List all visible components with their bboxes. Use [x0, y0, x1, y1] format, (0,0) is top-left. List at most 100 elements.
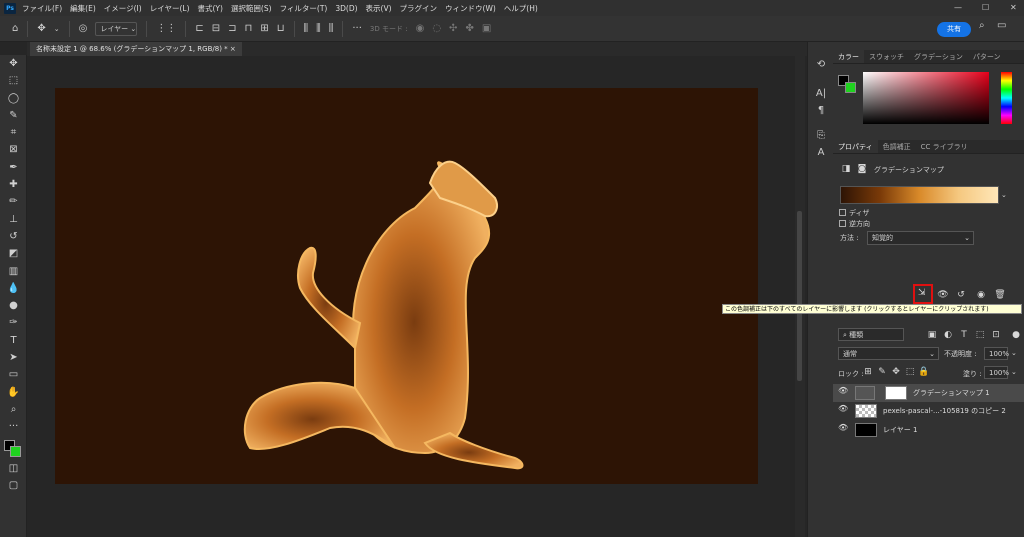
menu-type[interactable]: 書式(Y): [198, 3, 223, 14]
menu-select[interactable]: 選択範囲(S): [231, 3, 272, 14]
dither-checkbox[interactable]: [839, 209, 846, 216]
layer-row[interactable]: 👁 pexels-pascal-...-105819 のコピー 2: [833, 402, 1024, 420]
brush-tool-icon[interactable]: ✏: [0, 193, 27, 210]
filter-pixel-icon[interactable]: ▣: [924, 328, 940, 342]
frame-tool-icon[interactable]: ⊠: [0, 141, 27, 158]
share-button[interactable]: 共有: [937, 22, 971, 37]
move-tool-icon[interactable]: ✥: [0, 55, 27, 72]
menu-3d[interactable]: 3D(D): [335, 4, 357, 13]
filter-shape-icon[interactable]: ⬚: [972, 328, 988, 342]
type-tool-icon[interactable]: T: [0, 332, 27, 349]
gradient-map-preview[interactable]: [840, 186, 999, 204]
clip-to-layer-button[interactable]: ⇲: [913, 284, 933, 304]
healing-brush-tool-icon[interactable]: ✚: [0, 176, 27, 193]
quick-select-tool-icon[interactable]: ✎: [0, 107, 27, 124]
layer-row[interactable]: 👁 グラデーションマップ 1: [833, 384, 1024, 402]
blend-mode-select[interactable]: 通常 ⌄: [838, 347, 939, 360]
filter-smart-object-icon[interactable]: ⊡: [988, 328, 1004, 342]
menu-plugins[interactable]: プラグイン: [400, 3, 438, 14]
filter-adjustment-icon[interactable]: ◐: [940, 328, 956, 342]
close-window-button[interactable]: ✕: [1010, 0, 1017, 16]
zoom-tool-icon[interactable]: ⌕: [0, 401, 27, 418]
slide-3d-icon[interactable]: ✤: [465, 23, 473, 34]
document-canvas[interactable]: [55, 88, 758, 484]
history-brush-tool-icon[interactable]: ↺: [0, 228, 27, 245]
dodge-tool-icon[interactable]: ●: [0, 297, 27, 314]
tab-cc-libraries[interactable]: CC ライブラリ: [916, 140, 973, 153]
tab-adjustments[interactable]: 色調補正: [878, 140, 916, 153]
view-previous-state-icon[interactable]: 👁: [935, 288, 951, 302]
chevron-down-icon[interactable]: ⌄: [1011, 368, 1017, 376]
menu-file[interactable]: ファイル(F): [22, 3, 62, 14]
eye-icon[interactable]: 👁: [838, 386, 848, 395]
maximize-button[interactable]: ☐: [982, 0, 989, 16]
menu-image[interactable]: イメージ(I): [104, 3, 142, 14]
background-color-swatch[interactable]: [845, 82, 856, 93]
crop-tool-icon[interactable]: ⌗: [0, 124, 27, 141]
pan-3d-icon[interactable]: ✣: [449, 23, 457, 34]
mask-icon[interactable]: ◙: [854, 162, 870, 176]
menu-window[interactable]: ウィンドウ(W): [445, 3, 496, 14]
path-selection-tool-icon[interactable]: ➤: [0, 349, 27, 366]
search-icon[interactable]: ⌕: [979, 20, 985, 31]
align-left-icon[interactable]: ⊏: [195, 23, 203, 34]
quick-mask-icon[interactable]: ◫: [0, 460, 27, 477]
character-styles-icon[interactable]: A: [808, 144, 834, 161]
auto-select-target-dropdown[interactable]: レイヤー ⌄: [95, 21, 138, 36]
pen-tool-icon[interactable]: ✑: [0, 314, 27, 331]
lock-all-icon[interactable]: 🔒: [916, 365, 932, 379]
align-right-icon[interactable]: ⊐: [228, 23, 236, 34]
reverse-checkbox[interactable]: [839, 220, 846, 227]
roll-3d-icon[interactable]: ◌: [432, 23, 441, 34]
menu-filter[interactable]: フィルター(T): [280, 3, 328, 14]
delete-icon[interactable]: 🗑: [992, 288, 1008, 302]
history-panel-icon[interactable]: ⟲: [808, 56, 834, 73]
menu-edit[interactable]: 編集(E): [70, 3, 96, 14]
move-tool-icon[interactable]: ✥: [37, 23, 45, 34]
align-center-icon[interactable]: ⊟: [212, 23, 220, 34]
gradient-dropdown-icon[interactable]: ⌄: [1001, 191, 1007, 199]
filter-toggle-icon[interactable]: ●: [1008, 328, 1024, 342]
rectangle-tool-icon[interactable]: ▭: [0, 366, 27, 383]
tab-properties[interactable]: プロパティ: [833, 140, 878, 153]
color-picker-field[interactable]: [863, 72, 989, 124]
opacity-input[interactable]: 100%: [984, 347, 1009, 360]
document-tab[interactable]: 名称未設定 1 @ 68.6% (グラデーションマップ 1, RGB/8) * …: [30, 42, 242, 56]
layer-mask-thumbnail[interactable]: [885, 386, 907, 400]
method-select[interactable]: 知覚的 ⌄: [867, 231, 974, 245]
lasso-tool-icon[interactable]: ◯: [0, 90, 27, 107]
tab-patterns[interactable]: パターン: [968, 50, 1006, 63]
visibility-icon[interactable]: ◉: [973, 288, 989, 302]
eraser-tool-icon[interactable]: ◩: [0, 245, 27, 262]
eye-icon[interactable]: 👁: [838, 423, 848, 432]
reset-icon[interactable]: ↺: [953, 288, 969, 302]
paragraph-panel-icon[interactable]: ¶: [808, 102, 834, 119]
eye-icon[interactable]: 👁: [838, 404, 848, 413]
vertical-scrollbar[interactable]: [795, 56, 805, 537]
photoshop-logo-icon[interactable]: Ps: [4, 2, 16, 14]
menu-layer[interactable]: レイヤー(L): [150, 3, 190, 14]
tab-swatches[interactable]: スウォッチ: [864, 50, 909, 63]
scrollbar-thumb[interactable]: [797, 211, 802, 381]
distribute-icon[interactable]: ⫼: [316, 23, 321, 34]
chevron-down-icon[interactable]: ⌄: [54, 25, 60, 33]
scale-3d-icon[interactable]: ▣: [482, 23, 491, 34]
chevron-down-icon[interactable]: ⌄: [1011, 349, 1017, 357]
clone-stamp-tool-icon[interactable]: ⊥: [0, 211, 27, 228]
character-panel-icon[interactable]: A|: [808, 85, 834, 102]
edit-toolbar-icon[interactable]: ···: [0, 418, 27, 435]
background-color-swatch[interactable]: [10, 445, 21, 457]
fill-input[interactable]: 100%: [984, 366, 1009, 379]
more-options-icon[interactable]: ···: [352, 23, 362, 34]
distribute-icon[interactable]: ⫼: [329, 23, 334, 34]
menu-help[interactable]: ヘルプ(H): [504, 3, 538, 14]
workspace-icon[interactable]: ▭: [997, 20, 1006, 31]
tab-color[interactable]: カラー: [833, 50, 864, 63]
filter-type-icon[interactable]: T: [956, 328, 972, 342]
menu-view[interactable]: 表示(V): [366, 3, 392, 14]
orbit-3d-icon[interactable]: ◉: [416, 23, 425, 34]
transform-controls-icon[interactable]: ⋮⋮: [156, 23, 176, 34]
tab-gradients[interactable]: グラデーション: [909, 50, 968, 63]
screen-mode-icon[interactable]: ▢: [0, 477, 27, 494]
distribute-icon[interactable]: ⫼: [304, 23, 309, 34]
